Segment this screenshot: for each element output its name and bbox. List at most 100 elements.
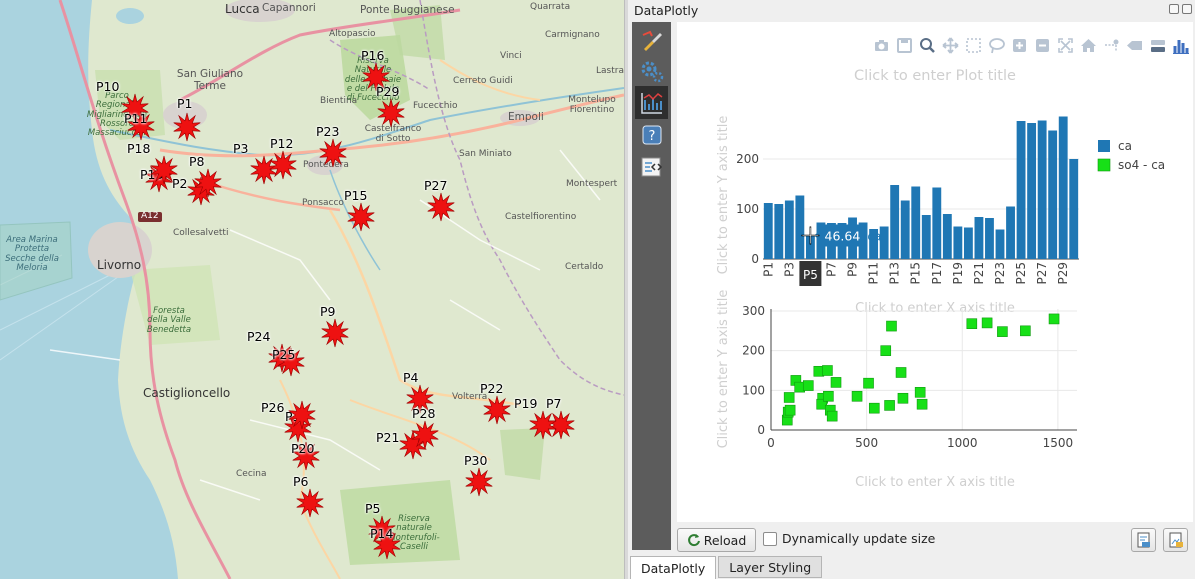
autoscale-icon[interactable] <box>1057 37 1074 54</box>
help-icon[interactable]: ? <box>635 118 668 151</box>
x-axis-title-placeholder-2[interactable]: Click to enter X axis title <box>855 475 1015 490</box>
camera-icon[interactable] <box>873 37 890 54</box>
hover-closest-icon[interactable] <box>1126 37 1143 54</box>
scatter-point-20[interactable] <box>884 400 895 411</box>
bar-p27[interactable] <box>1037 120 1047 260</box>
bar-p25[interactable] <box>1016 121 1026 259</box>
scatter-point-30[interactable] <box>1048 313 1060 325</box>
hover-compare-icon[interactable] <box>1149 37 1166 54</box>
bar-p15[interactable] <box>911 186 921 260</box>
marker-star-shape <box>150 155 178 185</box>
zoom-out-icon[interactable] <box>1034 37 1051 54</box>
scatter-point-15[interactable] <box>830 377 842 388</box>
scatter-point-25[interactable] <box>916 398 928 410</box>
code-icon[interactable] <box>635 150 668 183</box>
bar-y-tick-label: 0 <box>751 252 759 266</box>
hover-x-label: P5 <box>803 268 818 282</box>
plotly-logo-icon[interactable] <box>1172 37 1189 54</box>
tab-layer-styling[interactable]: Layer Styling <box>718 556 823 578</box>
scatter-point-23[interactable] <box>897 392 909 404</box>
dock-tabs: DataPlotly Layer Styling <box>630 556 824 579</box>
scatter-point-11[interactable] <box>822 365 833 376</box>
scatter-point-16[interactable] <box>851 390 863 402</box>
marker-label: P3 <box>233 141 249 156</box>
bar-p14[interactable] <box>900 200 910 260</box>
bar-x-tick-label: P11 <box>867 262 881 285</box>
scatter-point-7[interactable] <box>802 380 814 391</box>
scatter-point-28[interactable] <box>997 326 1008 337</box>
legend-swatch-so4-ca[interactable] <box>1097 158 1111 172</box>
tab-dataplotly[interactable]: DataPlotly <box>630 556 717 579</box>
marker-label: P8 <box>189 154 205 169</box>
scatter-point-4[interactable] <box>783 392 795 403</box>
bar-p17[interactable] <box>932 187 942 260</box>
marker-star-icon <box>321 318 349 348</box>
plot-title-placeholder[interactable]: Click to enter Plot title <box>854 68 1016 84</box>
marker-star-icon <box>377 98 405 128</box>
scatter-point-26[interactable] <box>966 318 978 329</box>
brush-icon[interactable] <box>635 24 668 57</box>
spike-lines-icon[interactable] <box>1103 37 1120 54</box>
float-button[interactable] <box>1169 4 1179 14</box>
bar-p22[interactable] <box>985 218 994 259</box>
x-axis-title-placeholder[interactable]: Click to enter X axis title <box>855 301 1015 316</box>
y-axis-title-placeholder[interactable]: Click to enter Y axis title <box>716 116 731 275</box>
bar-p1[interactable] <box>763 203 773 259</box>
scatter-point-18[interactable] <box>868 402 880 414</box>
zoom-in-icon[interactable] <box>1011 37 1028 54</box>
plot-area[interactable]: Click to enter Plot title Click to enter … <box>677 22 1193 522</box>
place-label-cerreto-guidi: Cerreto Guidi <box>453 76 513 86</box>
scatter-point-17[interactable] <box>863 377 874 389</box>
place-label-vinci: Vinci <box>500 51 522 61</box>
dynamic-size-checkbox[interactable] <box>763 532 777 546</box>
bar-p19[interactable] <box>953 226 963 260</box>
scatter-point-3[interactable] <box>784 404 796 416</box>
scatter-point-24[interactable] <box>914 387 926 398</box>
home-icon[interactable] <box>1080 37 1097 54</box>
scatter-point-29[interactable] <box>1020 325 1031 337</box>
bar-p28[interactable] <box>1048 130 1058 260</box>
bar-p20[interactable] <box>963 227 973 260</box>
bar-p13[interactable] <box>890 185 900 259</box>
lasso-icon[interactable] <box>988 37 1005 54</box>
bar-p29[interactable] <box>1058 116 1068 260</box>
export-html-button[interactable] <box>1131 528 1156 552</box>
marker-star-icon <box>194 168 222 198</box>
gears-icon[interactable] <box>635 54 668 87</box>
bar-p21[interactable] <box>974 217 984 259</box>
close-button[interactable] <box>1182 4 1192 14</box>
chart-icon[interactable] <box>635 86 668 119</box>
zoom-icon[interactable] <box>919 37 936 54</box>
legend-swatch-ca[interactable] <box>1098 140 1110 152</box>
panel-title: DataPlotly <box>634 3 699 18</box>
pan-icon[interactable] <box>942 36 959 54</box>
scatter-point-12[interactable] <box>823 390 834 402</box>
bar-p3[interactable] <box>784 200 794 260</box>
scatter-point-19[interactable] <box>880 345 892 356</box>
bar-p26[interactable] <box>1027 123 1037 259</box>
bar-p18[interactable] <box>942 214 952 259</box>
marker-label: P29 <box>376 84 400 99</box>
marker-star-icon <box>269 150 297 180</box>
export-image-button[interactable] <box>1163 528 1188 552</box>
bar-p2[interactable] <box>774 204 784 259</box>
map-canvas[interactable]: Lucca Capannori Ponte Buggianese Quarrat… <box>0 0 624 579</box>
scatter-point-21[interactable] <box>886 320 897 332</box>
scatter-point-22[interactable] <box>895 367 907 378</box>
marker-label: P10 <box>96 79 120 94</box>
place-label-empoli: Empoli <box>508 111 544 123</box>
bar-p4[interactable] <box>795 195 805 260</box>
bar-p16[interactable] <box>921 215 931 259</box>
bar-p30[interactable] <box>1069 159 1079 259</box>
dataplotly-panel: DataPlotly ? Click to enter Plot title Cl… <box>628 0 1195 579</box>
marker-star-icon <box>347 202 375 232</box>
y-axis-title-placeholder-2[interactable]: Click to enter Y axis title <box>716 290 731 449</box>
scatter-point-14[interactable] <box>826 410 838 422</box>
box-select-icon[interactable] <box>965 37 982 54</box>
bar-p24[interactable] <box>1006 206 1015 260</box>
scatter-point-27[interactable] <box>981 317 993 329</box>
scatter-y-tick-label: 200 <box>742 344 765 358</box>
reload-button[interactable]: Reload <box>677 528 756 552</box>
bar-p23[interactable] <box>995 229 1005 260</box>
save-icon[interactable] <box>896 37 913 54</box>
